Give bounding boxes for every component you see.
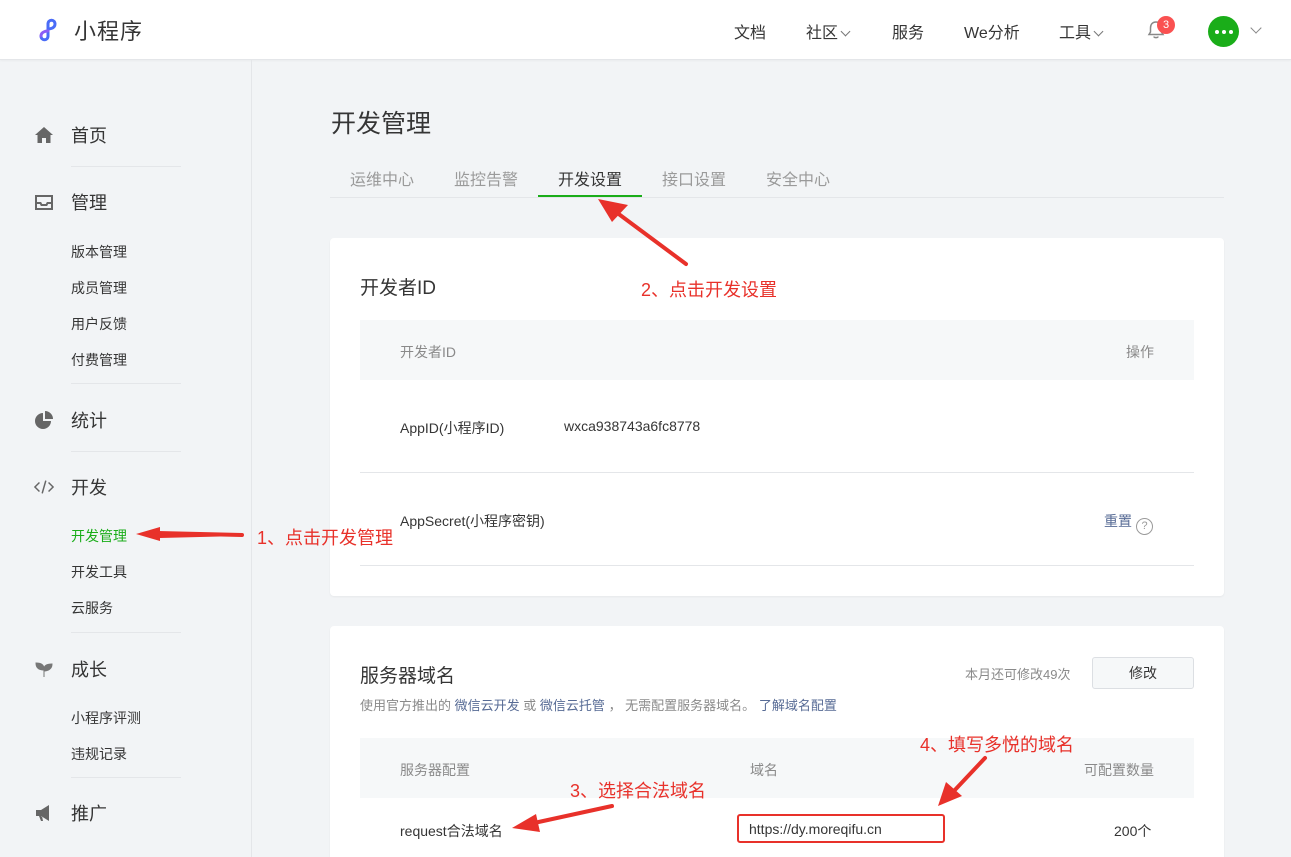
- sidebar-item-dev-tools[interactable]: 开发工具: [71, 562, 127, 582]
- tab-dev-settings[interactable]: 开发设置: [558, 166, 622, 190]
- divider: [71, 632, 181, 633]
- cloud-dev-link[interactable]: 微信云开发: [455, 698, 520, 713]
- sidebar-item-label: 管理: [71, 193, 107, 213]
- sidebar-item-cloud-service[interactable]: 云服务: [71, 598, 113, 618]
- column-header: 域名: [750, 762, 778, 778]
- sidebar-item-home[interactable]: 首页: [34, 122, 107, 148]
- server-domain-description: 使用官方推出的 微信云开发 或 微信云托管 ， 无需配置服务器域名。 了解域名配…: [360, 695, 837, 714]
- appsecret-action: 重置?: [1104, 511, 1153, 535]
- tab-monitor-alerts[interactable]: 监控告警: [454, 166, 518, 190]
- annotation-step3: 3、选择合法域名: [570, 781, 707, 801]
- code-icon: [34, 477, 54, 497]
- tab-security-center[interactable]: 安全中心: [766, 166, 830, 190]
- logo[interactable]: 小程序: [34, 14, 143, 46]
- sidebar-item-violations[interactable]: 违规记录: [71, 744, 127, 764]
- row-divider: [360, 565, 1194, 566]
- desc-or: 或: [523, 698, 537, 713]
- notification-badge: 3: [1157, 16, 1175, 34]
- request-domain-count: 200个: [1114, 823, 1152, 839]
- help-icon[interactable]: ?: [1136, 518, 1153, 535]
- remaining-edits-text: 本月还可修改49次: [965, 667, 1071, 682]
- sprout-icon: [34, 659, 54, 679]
- appid-value: wxca938743a6fc8778: [564, 418, 701, 434]
- tab-api-settings[interactable]: 接口设置: [662, 166, 726, 190]
- annotation-step1: 1、点击开发管理: [257, 528, 394, 548]
- divider: [71, 166, 181, 167]
- chevron-down-icon: [840, 26, 851, 37]
- request-domain-label: request合法域名: [400, 823, 503, 839]
- tab-ops-center[interactable]: 运维中心: [350, 166, 414, 190]
- divider: [71, 383, 181, 384]
- sidebar-item-develop[interactable]: 开发: [34, 474, 107, 500]
- annotation-step2: 2、点击开发设置: [641, 280, 778, 300]
- sidebar-item-stats[interactable]: 统计: [34, 407, 107, 433]
- card-title: 服务器域名: [360, 666, 456, 687]
- home-icon: [34, 125, 54, 145]
- sidebar-item-label: 统计: [71, 411, 107, 431]
- sidebar: 首页 管理 版本管理 成员管理 用户反馈 付费管理 统计 开发 开发管理 开发工…: [0, 60, 252, 857]
- sidebar-item-member-manage[interactable]: 成员管理: [71, 278, 127, 298]
- sidebar-item-dev-manage[interactable]: 开发管理: [71, 526, 127, 546]
- sidebar-item-promotion[interactable]: 推广: [34, 800, 107, 826]
- column-header: 操作: [1126, 344, 1154, 360]
- logo-text: 小程序: [74, 19, 144, 44]
- learn-domain-config-link[interactable]: 了解域名配置: [759, 698, 837, 713]
- column-header: 可配置数量: [1084, 762, 1154, 778]
- column-header: 服务器配置: [400, 762, 470, 778]
- pie-chart-icon: [34, 410, 54, 430]
- domain-highlight-box: [737, 814, 945, 843]
- cloud-host-link[interactable]: 微信云托管: [540, 698, 605, 713]
- sidebar-item-user-feedback[interactable]: 用户反馈: [71, 314, 127, 334]
- sidebar-item-label: 成长: [71, 660, 107, 680]
- page-title: 开发管理: [331, 110, 432, 138]
- nav-tools-label: 工具: [1059, 25, 1092, 42]
- appsecret-label: AppSecret(小程序密钥): [400, 513, 545, 529]
- desc-suffix: ， 无需配置服务器域名。: [608, 698, 756, 713]
- modify-button[interactable]: 修改: [1092, 657, 1194, 689]
- nav-services[interactable]: 服务: [892, 19, 924, 43]
- top-bar: 小程序 文档 社区 服务 We分析 工具 3: [0, 0, 1291, 60]
- table-header: 开发者ID 操作: [360, 320, 1194, 380]
- megaphone-icon: [34, 803, 54, 823]
- desc-prefix: 使用官方推出的: [360, 698, 452, 713]
- reset-link[interactable]: 重置: [1104, 513, 1132, 529]
- avatar[interactable]: [1208, 16, 1239, 47]
- nav-docs[interactable]: 文档: [734, 19, 766, 43]
- inbox-icon: [34, 192, 54, 212]
- row-divider: [360, 472, 1194, 473]
- sidebar-item-payment-manage[interactable]: 付费管理: [71, 350, 127, 370]
- appid-label: AppID(小程序ID): [400, 420, 505, 436]
- sidebar-item-evaluation[interactable]: 小程序评测: [71, 708, 141, 728]
- card-title: 开发者ID: [360, 278, 437, 299]
- divider: [71, 451, 181, 452]
- sidebar-item-label: 推广: [71, 804, 107, 824]
- chevron-down-icon[interactable]: [1250, 22, 1262, 34]
- divider: [71, 777, 181, 778]
- miniprogram-logo-icon: [39, 18, 57, 42]
- sidebar-item-label: 开发: [71, 478, 107, 498]
- chevron-down-icon: [1093, 26, 1104, 37]
- nav-tools[interactable]: 工具: [1059, 19, 1104, 43]
- sidebar-item-manage[interactable]: 管理: [34, 189, 107, 215]
- nav-community[interactable]: 社区: [806, 19, 851, 43]
- nav-we-analysis[interactable]: We分析: [964, 19, 1020, 43]
- tab-bar: 运维中心 监控告警 开发设置 接口设置 安全中心: [330, 156, 1224, 198]
- nav-community-label: 社区: [806, 25, 839, 42]
- annotation-step4: 4、填写多悦的域名: [920, 735, 1075, 755]
- column-header: 开发者ID: [400, 344, 456, 360]
- sidebar-item-version-manage[interactable]: 版本管理: [71, 242, 127, 262]
- sidebar-item-growth[interactable]: 成长: [34, 656, 107, 682]
- active-tab-indicator: [538, 195, 642, 197]
- sidebar-item-label: 首页: [71, 126, 107, 146]
